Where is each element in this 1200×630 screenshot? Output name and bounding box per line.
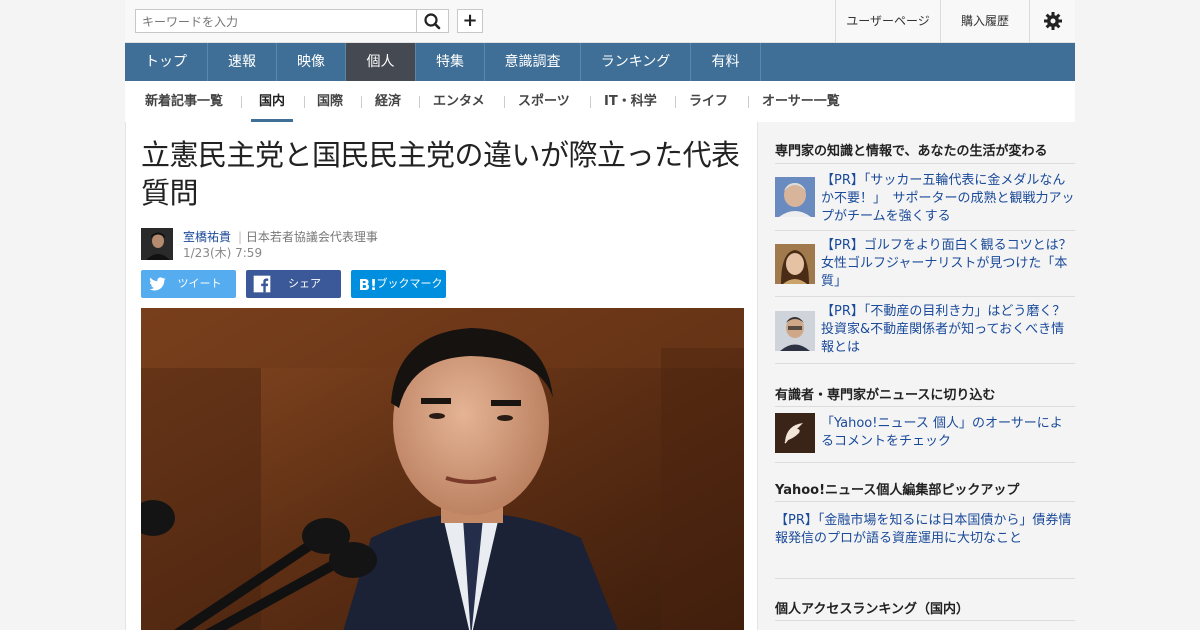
gnav-ranking[interactable]: ランキング (581, 43, 691, 81)
header: + ユーザーページ 購入履歴 (125, 0, 1075, 43)
plus-icon: + (462, 10, 478, 31)
hatena-bookmark-label: ブックマーク (376, 277, 443, 290)
expert-thumb-3[interactable] (775, 311, 815, 351)
article-photo[interactable] (141, 308, 744, 630)
sidebar-divider (775, 501, 1075, 502)
pickup-heading: Yahoo!ニュース個人編集部ピックアップ (775, 483, 1020, 498)
gnav-individual[interactable]: 個人 (346, 43, 416, 81)
comment-thumb[interactable] (775, 413, 815, 453)
author-avatar[interactable] (141, 228, 173, 260)
subnav-divider (304, 96, 305, 108)
search-button[interactable] (417, 9, 449, 33)
sub-nav: 新着記事一覧 国内 国際 経済 エンタメ スポーツ IT・科学 ライフ オーサー… (125, 81, 1075, 122)
subnav-divider (361, 96, 362, 108)
settings-button[interactable] (1029, 0, 1075, 43)
subnav-life[interactable]: ライフ (689, 81, 728, 122)
subnav-latest[interactable]: 新着記事一覧 (145, 81, 223, 122)
author-photo-image (141, 228, 173, 260)
subnav-entertainment[interactable]: エンタメ (433, 81, 485, 122)
author-title-sep: | (238, 230, 243, 244)
article-date: 1/23(木) 7:59 (183, 246, 263, 260)
sidebar-divider (775, 462, 1075, 463)
subnav-divider (590, 96, 591, 108)
subnav-divider (241, 96, 242, 108)
subnav-divider (419, 96, 420, 108)
facebook-share-button[interactable]: シェア (246, 270, 341, 298)
tweet-button[interactable]: ツイート (141, 270, 236, 298)
sidebar-divider (775, 406, 1075, 407)
gnav-survey[interactable]: 意識調査 (485, 43, 581, 81)
subnav-authors[interactable]: オーサー一覧 (762, 81, 840, 122)
subnav-domestic[interactable]: 国内 (251, 81, 294, 122)
gnav-top[interactable]: トップ (125, 43, 208, 81)
expert-article-link-2[interactable]: 【PR】ゴルフをより面白く観るコツとは？ 女性ゴルフジャーナリストが見つけた「本… (821, 237, 1085, 291)
sidebar-divider (775, 620, 1075, 621)
expert-article-link-1[interactable]: 【PR】「サッカー五輪代表に金メダルなんか不要！」 サポーターの成熟と観戦力アッ… (821, 172, 1075, 226)
sidebar-divider (775, 578, 1075, 579)
search-icon (424, 13, 441, 30)
subnav-divider (748, 96, 749, 108)
article-photo-image (141, 308, 744, 630)
expert-photo-2 (775, 244, 815, 284)
comment-heading: 有識者・専門家がニュースに切り込む (775, 388, 996, 403)
expert-thumb-2[interactable] (775, 244, 815, 284)
sidebar-divider (775, 163, 1075, 164)
subnav-sports[interactable]: スポーツ (518, 81, 570, 122)
gnav-feature[interactable]: 特集 (416, 43, 485, 81)
search-input[interactable] (140, 11, 414, 33)
add-button[interactable]: + (457, 9, 483, 33)
ranking-heading: 個人アクセスランキング（国内） (775, 602, 969, 617)
pickup-article-link[interactable]: 【PR】「金融市場を知るには日本国債から」債券情報発信のプロが語る資産運用に大切… (775, 512, 1075, 548)
expert-photo-3 (775, 311, 815, 351)
hatena-bookmark-button[interactable]: B! ブックマーク (351, 270, 446, 298)
subnav-it-science[interactable]: IT・科学 (604, 81, 657, 122)
sidebar: 専門家の知識と情報で、あなたの生活が変わる 【PR】「サッカー五輪代表に金メダル… (758, 122, 1085, 630)
global-nav: トップ 速報 映像 個人 特集 意識調査 ランキング 有料 (125, 43, 1075, 81)
subnav-divider (675, 96, 676, 108)
author-title: | 日本若者協議会代表理事 (238, 228, 378, 245)
sidebar-divider (775, 363, 1075, 364)
facebook-share-label: シェア (288, 277, 321, 290)
sidebar-divider (775, 230, 1075, 231)
gnav-breaking[interactable]: 速報 (208, 43, 277, 81)
subnav-divider (504, 96, 505, 108)
article-title: 立憲民主党と国民民主党の違いが際立った代表質問 (141, 138, 740, 210)
expert-photo-1 (775, 177, 815, 217)
user-page-link[interactable]: ユーザーページ (835, 0, 940, 43)
gnav-video[interactable]: 映像 (277, 43, 346, 81)
gear-icon (1043, 12, 1062, 30)
search-box (135, 9, 417, 33)
author-name-link[interactable]: 室橋祐貴 (183, 228, 231, 245)
gnav-paid[interactable]: 有料 (691, 43, 761, 81)
comment-pen-icon (775, 413, 815, 453)
purchase-history-link[interactable]: 購入履歴 (940, 0, 1029, 43)
subnav-international[interactable]: 国際 (317, 81, 343, 122)
expert-thumb-1[interactable] (775, 177, 815, 217)
tweet-label: ツイート (177, 277, 222, 290)
comment-link[interactable]: 「Yahoo!ニュース 個人」のオーサーによるコメントをチェック (821, 415, 1075, 451)
sidebar-divider (775, 296, 1075, 297)
subnav-economy[interactable]: 経済 (375, 81, 401, 122)
author-title-text: 日本若者協議会代表理事 (245, 230, 378, 244)
expert-article-link-3[interactable]: 【PR】「不動産の目利き力」はどう磨く？ 投資家&不動産関係者が知っておくべき情… (821, 303, 1078, 357)
article-main: 立憲民主党と国民民主党の違いが際立った代表質問 室橋祐貴 | 日本若者協議会代表… (125, 122, 758, 630)
expert-heading: 専門家の知識と情報で、あなたの生活が変わる (775, 144, 1048, 159)
